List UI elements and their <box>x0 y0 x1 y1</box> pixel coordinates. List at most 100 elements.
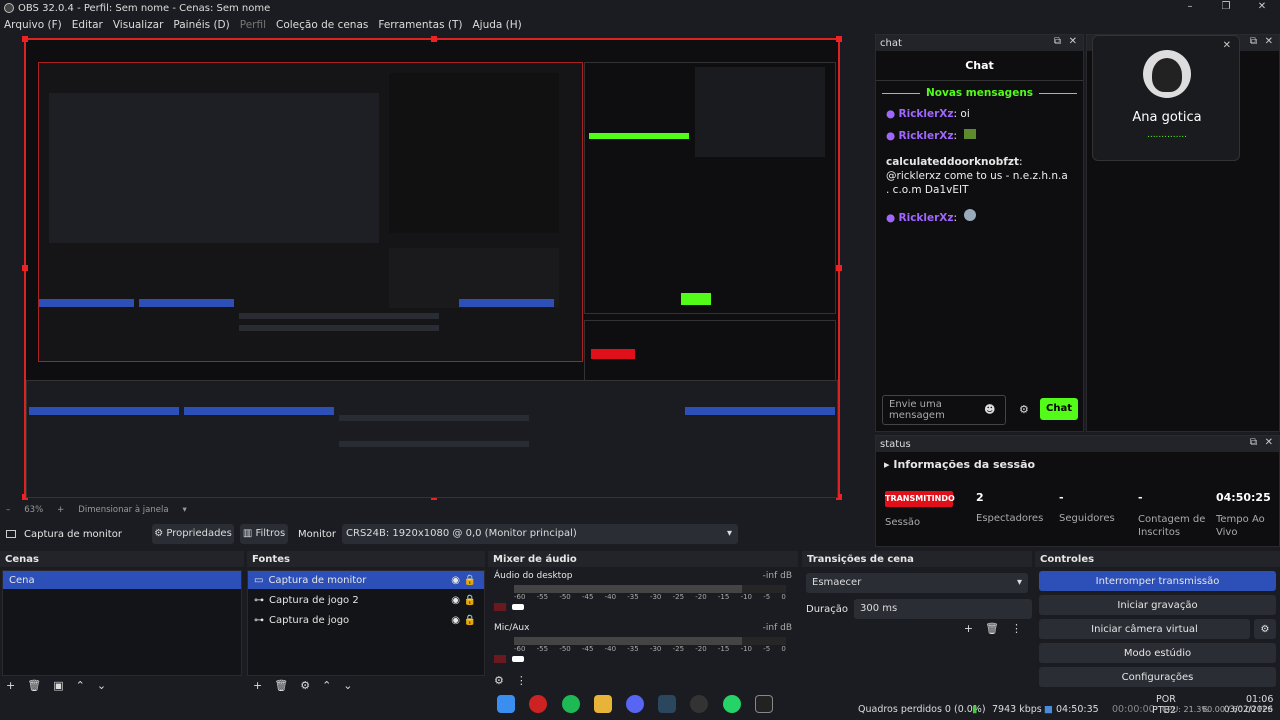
properties-label: Propriedades <box>166 528 232 539</box>
trash-icon[interactable]: 🗑 <box>985 622 999 635</box>
close-icon[interactable]: ✕ <box>1265 36 1273 47</box>
gear-icon[interactable]: ⚙ <box>300 679 310 692</box>
transitions-header: Transições de cena <box>802 551 1032 567</box>
monitor-capture-preview[interactable] <box>22 36 842 500</box>
float-icon[interactable]: ⧉ <box>1250 36 1257 47</box>
emote-icon <box>964 129 977 139</box>
add-icon[interactable]: + <box>253 679 262 692</box>
epic-games-icon[interactable] <box>754 695 773 713</box>
chevron-down-icon[interactable]: ▾ <box>183 505 187 515</box>
menu-view[interactable]: Visualizar <box>113 19 164 31</box>
folder-icon[interactable] <box>593 695 612 713</box>
clock[interactable]: 01:06 <box>1246 694 1273 705</box>
monitor-select[interactable]: CRS24B: 1920x1080 @ 0,0 (Monitor princip… <box>342 524 739 544</box>
eye-icon[interactable]: ◉ <box>451 575 460 586</box>
chat-message: ● RicklerXz: <box>876 203 1083 231</box>
send-chat-button[interactable]: Chat <box>1040 398 1078 420</box>
transition-select[interactable]: Esmaecer ▾ <box>806 573 1028 593</box>
lock-icon[interactable]: 🔒 <box>464 595 476 606</box>
chat-input-placeholder: Envie uma mensagem <box>889 399 945 421</box>
maximize-button[interactable]: ❐ <box>1208 0 1244 16</box>
resize-handle[interactable] <box>836 36 842 42</box>
live-badge: TRANSMITINDO <box>885 491 955 507</box>
menu-file[interactable]: Arquivo (F) <box>4 19 62 31</box>
resize-handle[interactable] <box>22 265 28 271</box>
zoom-out-button[interactable]: – <box>6 505 10 515</box>
start-recording-button[interactable]: Iniciar gravação <box>1039 595 1276 615</box>
menu-tools[interactable]: Ferramentas (T) <box>378 19 462 31</box>
close-window-button[interactable]: ✕ <box>1244 0 1280 16</box>
close-icon[interactable]: ✕ <box>1265 437 1273 448</box>
zoom-in-button[interactable]: + <box>57 505 64 515</box>
down-icon[interactable]: ⌄ <box>343 679 352 692</box>
whatsapp-icon[interactable] <box>722 695 741 713</box>
menu-help[interactable]: Ajuda (H) <box>472 19 521 31</box>
menu-profile[interactable]: Perfil <box>240 19 266 31</box>
up-icon[interactable]: ⌃ <box>76 679 85 692</box>
emoji-icon[interactable]: ☻ <box>984 403 995 416</box>
volume-slider[interactable] <box>512 656 524 662</box>
dropped-frames: Quadros perdidos 0 (0.0%) <box>858 704 986 715</box>
up-icon[interactable]: ⌃ <box>322 679 331 692</box>
studio-mode-button[interactable]: Modo estúdio <box>1039 643 1276 663</box>
eye-icon[interactable]: ◉ <box>451 595 460 606</box>
trash-icon[interactable]: 🗑 <box>274 679 288 692</box>
spotify-icon[interactable] <box>561 695 580 713</box>
filters-button[interactable]: ▥ Filtros <box>240 524 288 544</box>
stop-stream-button[interactable]: Interromper transmissão <box>1039 571 1276 591</box>
close-card-button[interactable]: ✕ <box>1223 40 1231 51</box>
menu-docks[interactable]: Painéis (D) <box>173 19 229 31</box>
gear-icon[interactable]: ⚙ <box>1019 403 1029 416</box>
source-item[interactable]: ⊶ Captura de jogo ◉ 🔒 <box>248 611 484 629</box>
start-virtual-camera-button[interactable]: Iniciar câmera virtual <box>1039 619 1250 639</box>
chat-username[interactable]: RicklerXz <box>899 108 954 120</box>
mute-icon[interactable] <box>494 655 506 663</box>
filter-icon[interactable]: ▣ <box>53 679 63 692</box>
add-icon[interactable]: + <box>6 679 15 692</box>
gear-icon[interactable]: ⚙ <box>1254 619 1276 639</box>
more-icon[interactable]: ⋮ <box>1011 622 1022 635</box>
down-icon[interactable]: ⌄ <box>97 679 106 692</box>
scenes-toolbar: + 🗑 ▣ ⌃ ⌄ <box>0 676 244 694</box>
more-icon[interactable]: ⋮ <box>516 674 527 687</box>
nested-chat-dock <box>584 62 836 314</box>
opera-icon[interactable] <box>529 695 548 713</box>
add-icon[interactable]: + <box>964 622 973 635</box>
menu-scene-collection[interactable]: Coleção de cenas <box>276 19 368 31</box>
lock-icon[interactable]: 🔒 <box>464 615 476 626</box>
scene-item[interactable]: Cena <box>3 571 241 589</box>
steam-icon[interactable] <box>658 695 677 713</box>
close-icon[interactable]: ✕ <box>1069 36 1077 47</box>
properties-button[interactable]: ⚙ Propriedades <box>152 524 234 544</box>
duration-input[interactable]: 300 ms <box>854 599 1032 619</box>
source-item[interactable]: ▭ Captura de monitor ◉ 🔒 <box>248 571 484 589</box>
float-icon[interactable]: ⧉ <box>1054 36 1061 47</box>
avatar <box>1143 50 1191 98</box>
minimize-button[interactable]: – <box>1172 0 1208 16</box>
obs-icon[interactable] <box>690 695 709 713</box>
chat-username[interactable]: RicklerXz <box>899 212 954 224</box>
resize-handle[interactable] <box>22 36 28 42</box>
volume-slider[interactable] <box>512 604 524 610</box>
discord-icon[interactable] <box>625 695 644 713</box>
zoom-level[interactable]: 63% <box>24 505 43 515</box>
float-icon[interactable]: ⧉ <box>1250 437 1257 448</box>
zoom-mode[interactable]: Dimensionar à janela <box>78 505 168 515</box>
chat-username[interactable]: calculateddoorknobfzt <box>886 156 1019 168</box>
source-item[interactable]: ⊶ Captura de jogo 2 ◉ 🔒 <box>248 591 484 609</box>
date[interactable]: 03/02/2026 <box>1224 705 1273 715</box>
gear-icon[interactable]: ⚙ <box>494 674 504 687</box>
windows-start-icon[interactable] <box>497 695 516 713</box>
language[interactable]: POR <box>1156 694 1176 705</box>
settings-button[interactable]: Configurações <box>1039 667 1276 687</box>
resize-handle[interactable] <box>431 36 437 42</box>
audio-mixer-panel: Mixer de áudio Áudio do desktop -inf dB … <box>488 551 798 697</box>
eye-icon[interactable]: ◉ <box>451 615 460 626</box>
resize-handle[interactable] <box>836 265 842 271</box>
status-dock-tab: status <box>880 438 911 450</box>
chat-username[interactable]: RicklerXz <box>899 130 954 142</box>
menu-edit[interactable]: Editar <box>72 19 103 31</box>
lock-icon[interactable]: 🔒 <box>464 575 476 586</box>
mute-icon[interactable] <box>494 603 506 611</box>
trash-icon[interactable]: 🗑 <box>27 679 41 692</box>
